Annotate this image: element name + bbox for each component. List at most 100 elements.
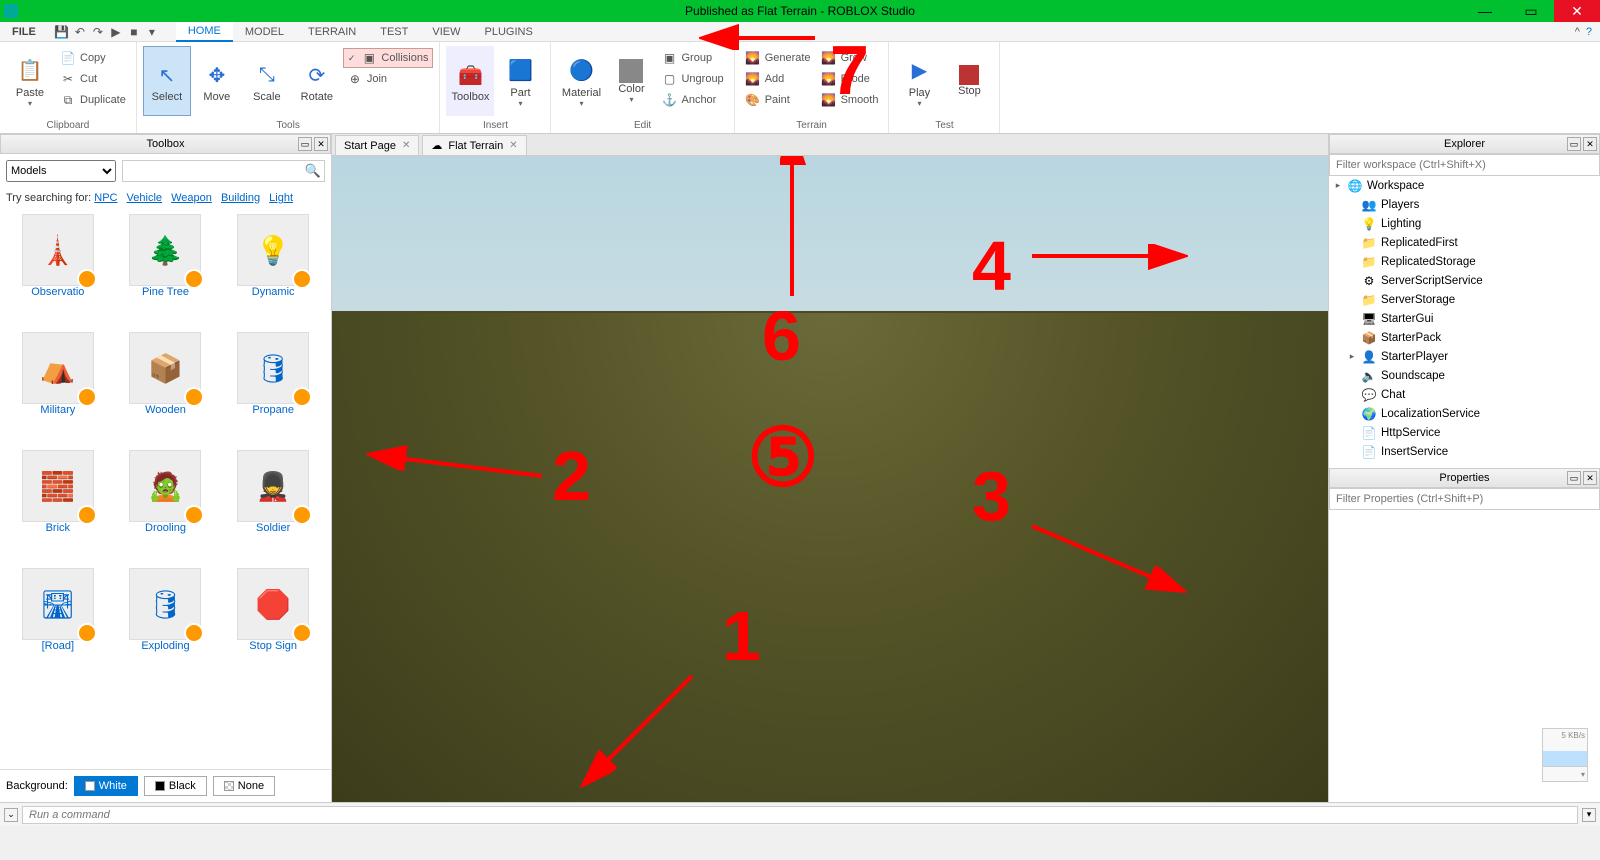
properties-filter-input[interactable] [1329,488,1600,510]
stop-button[interactable]: Stop [945,46,993,116]
toolbox-asset[interactable]: 🛢Propane [221,332,325,442]
toolbox-undock-button[interactable]: ▭ [298,137,312,151]
suggest-link[interactable]: Building [221,192,260,204]
explorer-item[interactable]: ▸🌐Workspace [1329,176,1600,195]
3d-viewport[interactable]: 1 2 3 4 ⑤ 6 [332,156,1328,802]
toolbox-asset[interactable]: 🌲Pine Tree [114,214,218,324]
explorer-close-button[interactable]: ✕ [1583,137,1597,151]
toolbox-asset[interactable]: 🧱Brick [6,450,110,560]
file-menu[interactable]: FILE [0,26,48,38]
undo-icon[interactable]: ↶ [72,24,88,40]
search-icon[interactable]: 🔍 [305,163,321,179]
help-icon[interactable]: ? [1586,26,1592,38]
cmdbar-dropdown[interactable]: ▾ [1582,808,1596,822]
bg-black-button[interactable]: Black [144,776,207,796]
bg-none-button[interactable]: None [213,776,275,796]
network-dropdown[interactable]: ▾ [1543,767,1587,781]
suggest-link[interactable]: NPC [94,192,117,204]
explorer-item[interactable]: 📄InsertService [1329,442,1600,461]
explorer-item[interactable]: ⚙ServerScriptService [1329,271,1600,290]
play-qat-icon[interactable]: ▶ [108,24,124,40]
anchor-button[interactable]: ⚓Anchor [657,90,727,110]
doctab-place[interactable]: ☁Flat Terrain✕ [422,135,526,155]
toolbox-asset[interactable]: 💂Soldier [221,450,325,560]
join-toggle[interactable]: ⊕Join [343,69,434,89]
collisions-toggle[interactable]: ▣Collisions [343,48,434,68]
close-tab-icon[interactable]: ✕ [402,140,410,151]
explorer-item[interactable]: 📄HttpService [1329,423,1600,442]
suggest-link[interactable]: Weapon [171,192,212,204]
explorer-tree[interactable]: ▸🌐Workspace👥Players💡Lighting📁ReplicatedF… [1329,176,1600,468]
explorer-item[interactable]: 📁ReplicatedFirst [1329,233,1600,252]
move-tool[interactable]: ✥Move [193,46,241,116]
ungroup-button[interactable]: ▢Ungroup [657,69,727,89]
select-tool[interactable]: ↖Select [143,46,191,116]
explorer-item[interactable]: 💬Chat [1329,385,1600,404]
explorer-filter-input[interactable] [1329,154,1600,176]
quick-access-toolbar: 💾 ↶ ↷ ▶ ■ ▾ [48,24,166,40]
collapse-ribbon-icon[interactable]: ^ [1575,26,1580,38]
scale-tool[interactable]: ⤡Scale [243,46,291,116]
suggest-link[interactable]: Light [269,192,293,204]
toolbox-search-input[interactable] [122,160,325,182]
maximize-button[interactable]: ▭ [1508,0,1554,22]
toolbox-close-button[interactable]: ✕ [314,137,328,151]
command-input[interactable] [22,806,1578,824]
annotation-7: 7 [830,30,869,110]
annotation-3: 3 [972,456,1011,536]
copy-button[interactable]: 📄Copy [56,48,130,68]
minimize-button[interactable]: — [1462,0,1508,22]
explorer-item[interactable]: 💡Lighting [1329,214,1600,233]
rotate-tool[interactable]: ⟳Rotate [293,46,341,116]
tab-plugins[interactable]: PLUGINS [473,22,545,42]
toolbox-suggestions: Try searching for: NPC Vehicle Weapon Bu… [0,188,331,208]
material-button[interactable]: 🔵Material▾ [557,46,605,116]
toolbox-asset[interactable]: 🗼Observatio [6,214,110,324]
redo-icon[interactable]: ↷ [90,24,106,40]
explorer-item[interactable]: 🖥StarterGui [1329,309,1600,328]
tab-view[interactable]: VIEW [420,22,472,42]
explorer-undock-button[interactable]: ▭ [1567,137,1581,151]
qat-dropdown-icon[interactable]: ▾ [144,24,160,40]
color-button[interactable]: Color▾ [607,46,655,116]
save-icon[interactable]: 💾 [54,24,70,40]
explorer-item[interactable]: 🔈Soundscape [1329,366,1600,385]
cut-button[interactable]: ✂Cut [56,69,130,89]
terrain-add[interactable]: 🌄Add [741,69,815,89]
paste-button[interactable]: 📋 Paste ▾ [6,46,54,116]
toolbox-asset[interactable]: ⛺Military [6,332,110,442]
explorer-item[interactable]: 👥Players [1329,195,1600,214]
part-button[interactable]: 🟦Part▾ [496,46,544,116]
stop-qat-icon[interactable]: ■ [126,24,142,40]
group-button[interactable]: ▣Group [657,48,727,68]
close-tab-icon[interactable]: ✕ [509,140,517,151]
suggest-link[interactable]: Vehicle [127,192,162,204]
tab-test[interactable]: TEST [368,22,420,42]
doctab-start[interactable]: Start Page✕ [335,135,419,155]
explorer-item[interactable]: 📁ServerStorage [1329,290,1600,309]
toolbox-asset[interactable]: 🧟Drooling [114,450,218,560]
toolbox-asset[interactable]: 💡Dynamic [221,214,325,324]
toolbox-asset[interactable]: 🛢Exploding [114,568,218,678]
toolbox-asset[interactable]: 🛑Stop Sign [221,568,325,678]
tab-terrain[interactable]: TERRAIN [296,22,368,42]
explorer-item[interactable]: ▸👤StarterPlayer [1329,347,1600,366]
tab-model[interactable]: MODEL [233,22,296,42]
bg-white-button[interactable]: White [74,776,138,796]
terrain-paint[interactable]: 🎨Paint [741,90,815,110]
cmdbar-toggle[interactable]: ⌄ [4,808,18,822]
toolbox-asset[interactable]: 📦Wooden [114,332,218,442]
close-button[interactable]: ✕ [1554,0,1600,22]
terrain-generate[interactable]: 🌄Generate [741,48,815,68]
tab-home[interactable]: HOME [176,22,233,42]
properties-close-button[interactable]: ✕ [1583,471,1597,485]
play-button[interactable]: ▶Play▾ [895,46,943,116]
explorer-item[interactable]: 📦StarterPack [1329,328,1600,347]
duplicate-button[interactable]: ⧉Duplicate [56,90,130,110]
properties-undock-button[interactable]: ▭ [1567,471,1581,485]
toolbox-asset[interactable]: 🛣[Road] [6,568,110,678]
explorer-item[interactable]: 🌍LocalizationService [1329,404,1600,423]
toolbox-category-select[interactable]: Models [6,160,116,182]
toolbox-button[interactable]: 🧰Toolbox [446,46,494,116]
explorer-item[interactable]: 📁ReplicatedStorage [1329,252,1600,271]
